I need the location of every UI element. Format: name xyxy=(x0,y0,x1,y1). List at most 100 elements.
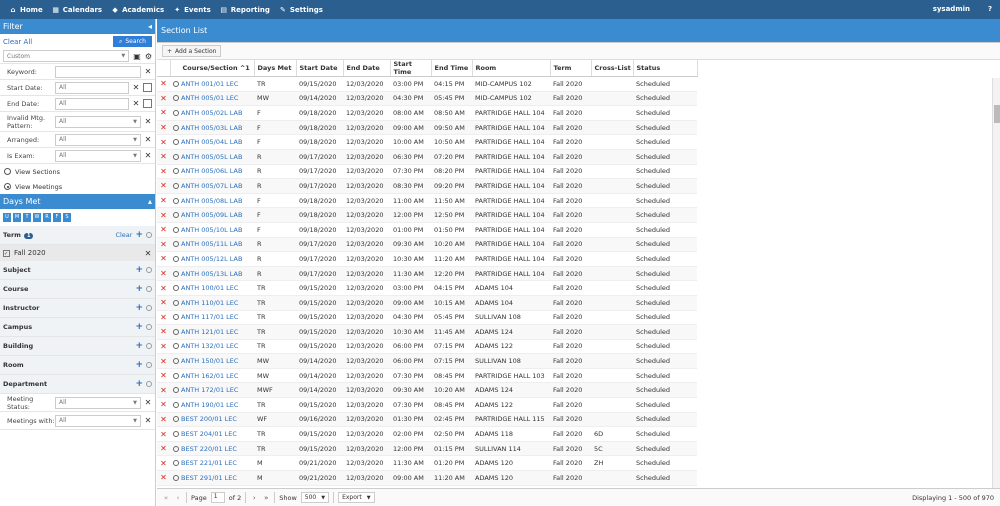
filter-section-department[interactable]: Department + xyxy=(0,375,155,394)
day-button-t[interactable]: T xyxy=(23,213,31,222)
table-row[interactable]: ✕ ANTH 162/01 LEC MW 09/14/2020 12/03/2020 07… xyxy=(157,368,697,384)
table-row[interactable]: ✕ ANTH 001/01 LEC TR 09/15/2020 12/03/2020 03… xyxy=(157,76,697,92)
delete-icon[interactable]: ✕ xyxy=(157,353,170,369)
table-row[interactable]: ✕ ANTH 110/01 LEC TR 09/15/2020 12/03/2020 09… xyxy=(157,295,697,311)
delete-icon[interactable]: ✕ xyxy=(157,412,170,428)
course-section-link[interactable]: ANTH 005/04L LAB xyxy=(170,134,254,150)
end-date-input[interactable]: All xyxy=(55,97,129,110)
nav-home[interactable]: ⌂ Home xyxy=(9,6,42,14)
exclude-icon[interactable] xyxy=(146,381,152,387)
add-icon[interactable]: + xyxy=(135,379,143,389)
delete-icon[interactable]: ✕ xyxy=(157,295,170,311)
course-section-link[interactable]: ANTH 005/07L LAB xyxy=(170,178,254,194)
delete-icon[interactable]: ✕ xyxy=(157,91,170,107)
course-section-link[interactable]: ANTH 005/13L LAB xyxy=(170,266,254,282)
table-row[interactable]: ✕ ANTH 121/01 LEC TR 09/15/2020 12/03/2020 10… xyxy=(157,324,697,340)
filter-section-campus[interactable]: Campus + xyxy=(0,318,155,337)
page-size-select[interactable]: 500 ▼ xyxy=(300,492,330,503)
course-section-link[interactable]: ANTH 005/01 LEC xyxy=(170,91,254,107)
column-header[interactable]: Course/Section ^1 xyxy=(170,60,255,77)
exclude-icon[interactable] xyxy=(146,343,152,349)
course-section-link[interactable]: ANTH 005/10L LAB xyxy=(170,222,254,238)
clear-icon[interactable]: ✕ xyxy=(144,151,152,160)
table-row[interactable]: ✕ ANTH 117/01 LEC TR 09/15/2020 12/03/2020 04… xyxy=(157,310,697,326)
delete-icon[interactable]: ✕ xyxy=(157,324,170,340)
column-header[interactable]: Room xyxy=(472,60,551,77)
table-row[interactable]: ✕ BEST 221/01 LEC M 09/21/2020 12/03/2020 11:… xyxy=(157,455,697,472)
delete-icon[interactable]: ✕ xyxy=(157,368,170,384)
delete-icon[interactable]: ✕ xyxy=(157,222,170,238)
clear-all-link[interactable]: Clear All xyxy=(3,38,32,46)
column-header[interactable]: End Date xyxy=(343,60,391,77)
delete-icon[interactable]: ✕ xyxy=(157,120,170,136)
exclude-icon[interactable] xyxy=(146,305,152,311)
column-header[interactable]: Cross-List xyxy=(591,60,634,77)
start-date-input[interactable]: All xyxy=(55,81,129,94)
course-section-link[interactable]: ANTH 121/01 LEC xyxy=(170,324,254,340)
first-page-icon[interactable]: « xyxy=(162,494,170,502)
clear-icon[interactable]: ✕ xyxy=(144,117,152,126)
scrollbar-thumb[interactable] xyxy=(994,105,1000,123)
filter-section-course[interactable]: Course + xyxy=(0,280,155,299)
exclude-icon[interactable] xyxy=(146,362,152,368)
course-section-link[interactable]: ANTH 001/01 LEC xyxy=(170,76,254,92)
course-section-link[interactable]: BEST 220/01 LEC xyxy=(170,441,254,457)
delete-icon[interactable]: ✕ xyxy=(157,441,170,457)
table-row[interactable]: ✕ ANTH 005/12L LAB R 09/17/2020 12/03/2020 10… xyxy=(157,251,697,267)
collapse-left-icon[interactable]: ◂ xyxy=(148,22,152,31)
course-section-link[interactable]: ANTH 190/01 LEC xyxy=(170,397,254,413)
table-row[interactable]: ✕ ANTH 150/01 LEC MW 09/14/2020 12/03/2020 06… xyxy=(157,353,697,369)
add-icon[interactable]: + xyxy=(135,360,143,370)
exclude-icon[interactable] xyxy=(146,286,152,292)
delete-icon[interactable]: ✕ xyxy=(157,426,170,442)
course-section-link[interactable]: ANTH 117/01 LEC xyxy=(170,310,254,326)
delete-icon[interactable]: ✕ xyxy=(157,455,170,472)
meeting-status-select[interactable]: All ▼ xyxy=(55,396,141,409)
course-section-link[interactable]: ANTH 172/01 LEC xyxy=(170,382,254,399)
course-section-link[interactable]: ANTH 005/09L LAB xyxy=(170,207,254,223)
table-row[interactable]: ✕ ANTH 005/04L LAB F 09/18/2020 12/03/2020 10… xyxy=(157,134,697,150)
table-row[interactable]: ✕ ANTH 132/01 LEC TR 09/15/2020 12/03/2020 06… xyxy=(157,339,697,355)
add-icon[interactable]: + xyxy=(135,230,143,240)
course-section-link[interactable]: ANTH 100/01 LEC xyxy=(170,280,254,296)
day-button-u[interactable]: U xyxy=(3,213,11,222)
is-exam-select[interactable]: All ▼ xyxy=(55,149,141,162)
clear-icon[interactable]: ✕ xyxy=(144,67,152,76)
course-section-link[interactable]: ANTH 132/01 LEC xyxy=(170,339,254,355)
table-row[interactable]: ✕ BEST 291/01 LEC M 09/21/2020 12/03/2020 09:… xyxy=(157,470,697,486)
nav-events[interactable]: ✦ Events xyxy=(173,6,211,14)
add-icon[interactable]: + xyxy=(135,284,143,294)
day-button-s[interactable]: S xyxy=(63,213,71,222)
clear-icon[interactable]: ✕ xyxy=(132,99,140,108)
day-button-r[interactable]: R xyxy=(43,213,51,222)
course-section-link[interactable]: BEST 221/01 LEC xyxy=(170,455,254,472)
delete-icon[interactable]: ✕ xyxy=(157,149,170,165)
course-section-link[interactable]: ANTH 005/06L LAB xyxy=(170,164,254,180)
course-section-link[interactable]: ANTH 005/03L LAB xyxy=(170,120,254,136)
checkbox-icon[interactable]: ✓ xyxy=(3,249,10,257)
keyword-input[interactable] xyxy=(55,65,141,78)
column-header[interactable]: Days Met xyxy=(254,60,297,77)
nav-settings[interactable]: ✎ Settings xyxy=(279,6,323,14)
clear-icon[interactable]: ✕ xyxy=(132,83,140,92)
add-icon[interactable]: + xyxy=(135,303,143,313)
meetings-with-select[interactable]: All ▼ xyxy=(55,414,141,427)
export-button[interactable]: Export ▼ xyxy=(338,492,375,503)
day-button-f[interactable]: F xyxy=(53,213,61,222)
clear-icon[interactable]: ✕ xyxy=(144,416,152,425)
delete-icon[interactable]: ✕ xyxy=(157,382,170,399)
course-section-link[interactable]: ANTH 005/11L LAB xyxy=(170,237,254,253)
page-number-input[interactable]: 1 xyxy=(210,492,225,503)
delete-icon[interactable]: ✕ xyxy=(157,266,170,282)
course-section-link[interactable]: BEST 204/01 LEC xyxy=(170,426,254,442)
day-button-m[interactable]: M xyxy=(13,213,21,222)
table-row[interactable]: ✕ ANTH 005/07L LAB R 09/17/2020 12/03/2020 08… xyxy=(157,178,697,194)
gear-icon[interactable]: ⚙ xyxy=(145,52,152,61)
user-menu[interactable]: sysadmin xyxy=(933,5,970,13)
filter-section-subject[interactable]: Subject + xyxy=(0,261,155,280)
calendar-icon[interactable] xyxy=(143,99,152,108)
table-row[interactable]: ✕ ANTH 190/01 LEC TR 09/15/2020 12/03/2020 07… xyxy=(157,397,697,413)
table-row[interactable]: ✕ ANTH 005/05L LAB R 09/17/2020 12/03/2020 06… xyxy=(157,149,697,165)
table-row[interactable]: ✕ BEST 220/01 LEC TR 09/15/2020 12/03/2020 12… xyxy=(157,441,697,457)
clear-icon[interactable]: ✕ xyxy=(144,398,152,407)
